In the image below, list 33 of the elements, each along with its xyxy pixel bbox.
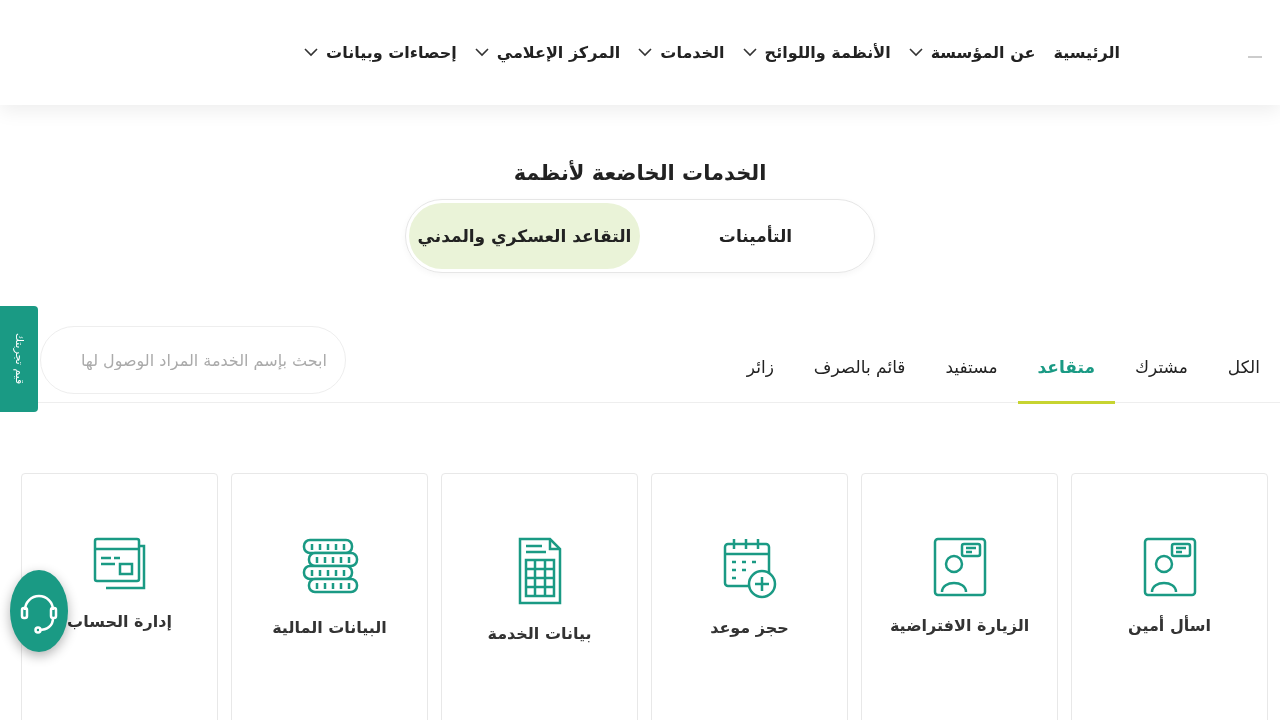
filter-tab[interactable]: الكل	[1207, 357, 1280, 404]
service-label: اسأل أمين	[1128, 616, 1211, 635]
service-label: حجز موعد	[710, 618, 789, 637]
nav-link[interactable]: إحصاءات وبيانات	[304, 43, 457, 62]
filter-tab[interactable]: قائم بالصرف	[793, 357, 926, 404]
service-card[interactable]: حجز موعد	[651, 473, 848, 720]
service-label: بيانات الخدمة	[487, 624, 592, 643]
service-card[interactable]: إدارة الحساب	[21, 473, 218, 720]
filter-tab[interactable]: مشترك	[1115, 357, 1208, 404]
nav-link[interactable]: المركز الإعلامي	[474, 43, 621, 62]
service-label: إدارة الحساب	[67, 612, 172, 631]
nav-link[interactable]: الرئيسية	[1053, 43, 1120, 62]
spreadsheet-icon	[516, 536, 563, 606]
search-field[interactable]: ابحث بإسم الخدمة المراد الوصول لها	[40, 326, 346, 394]
feedback-tab[interactable]: قيم تجربتك	[0, 306, 38, 412]
service-card[interactable]: بيانات الخدمة	[441, 473, 638, 720]
service-card[interactable]: اسأل أمين	[1071, 473, 1268, 720]
nav-link[interactable]: الخدمات	[638, 43, 725, 62]
support-agent-icon	[931, 536, 988, 598]
service-label: البيانات المالية	[272, 618, 387, 637]
service-label: الزيارة الافتراضية	[889, 616, 1030, 635]
filter-tab[interactable]: زائر	[726, 357, 794, 404]
calendar-plus-icon	[721, 536, 778, 600]
filter-tab[interactable]: متقاعد	[1017, 357, 1116, 404]
service-card[interactable]: الزيارة الافتراضية	[861, 473, 1058, 720]
toggle-option[interactable]: التأمينات	[640, 203, 871, 269]
nav-link[interactable]: عن المؤسسة	[908, 43, 1036, 62]
section-title: الخدمات الخاضعة لأنظمة	[512, 161, 768, 185]
toggle-option[interactable]: التقاعد العسكري والمدني	[409, 203, 640, 269]
support-agent-icon	[1141, 536, 1198, 598]
nav-link[interactable]: الأنظمة واللوائح	[742, 43, 891, 62]
service-card[interactable]: البيانات المالية	[231, 473, 428, 720]
filter-tab[interactable]: مستفيد	[925, 357, 1018, 404]
